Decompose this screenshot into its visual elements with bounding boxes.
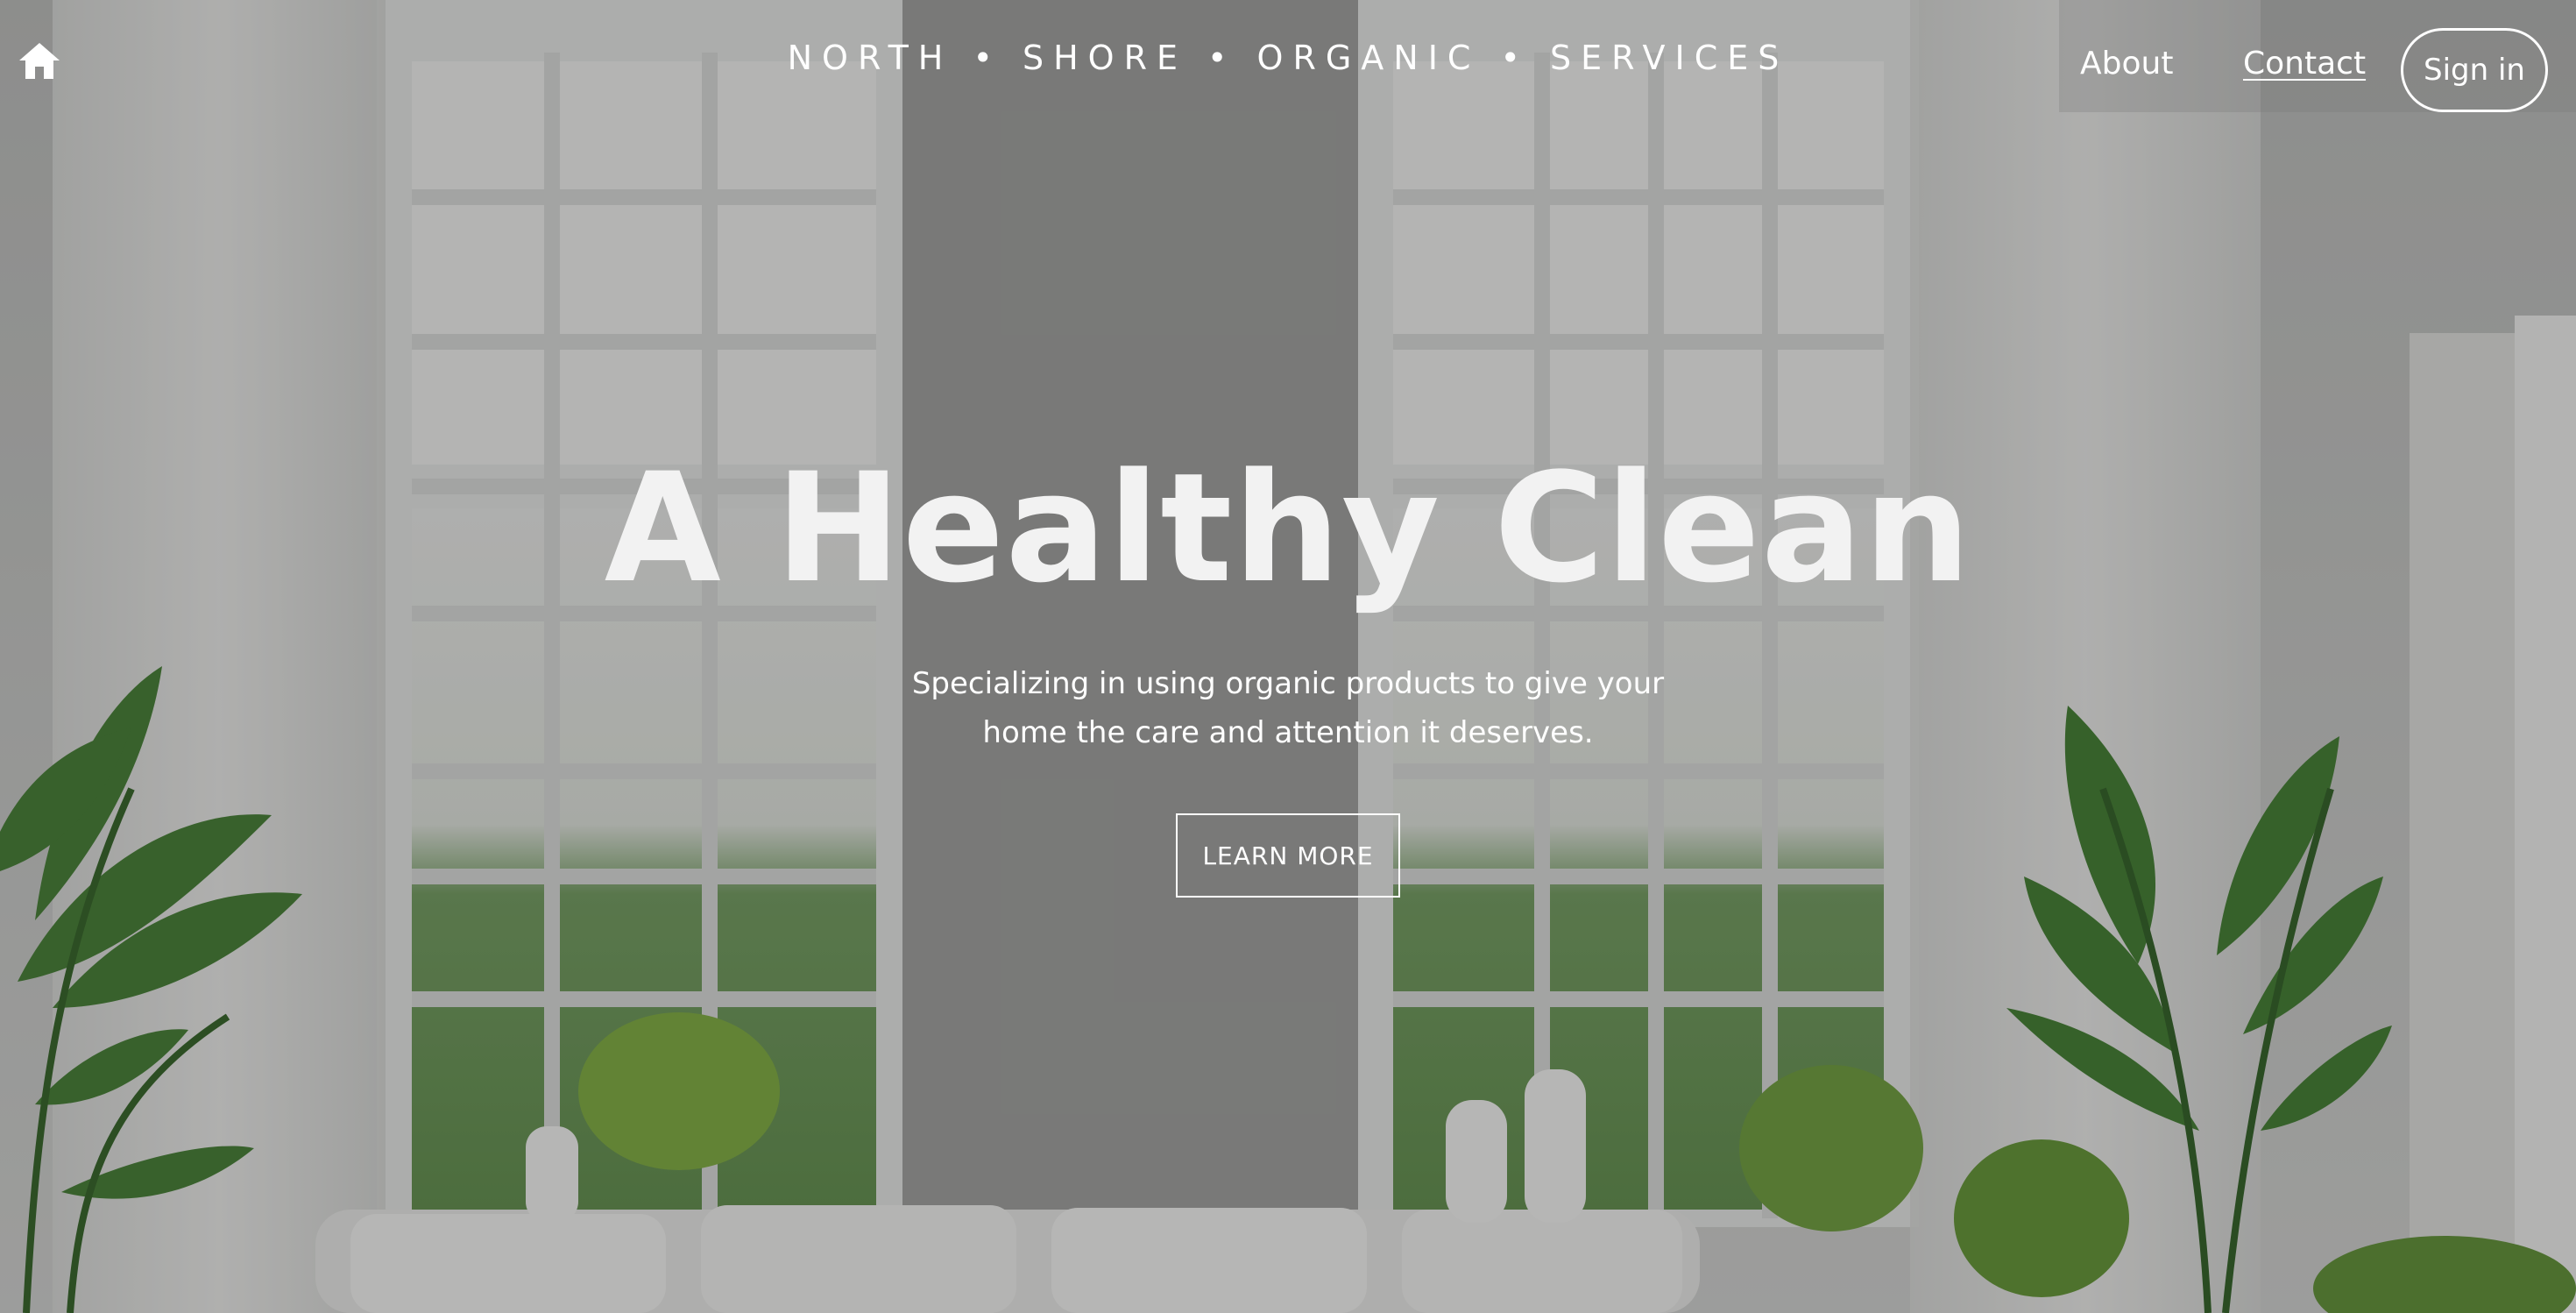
hero-title: A Healthy Clean xyxy=(604,440,1972,616)
hero-subtitle-line-1: Specializing in using organic products t… xyxy=(911,666,1665,701)
brand-name[interactable]: NORTH • SHORE • ORGANIC • SERVICES xyxy=(788,39,1789,77)
hero-subtitle-line-2: home the care and attention it deserves. xyxy=(982,715,1594,750)
home-icon xyxy=(19,43,60,79)
sign-in-button[interactable]: Sign in xyxy=(2401,28,2548,112)
nav-contact-link[interactable]: Contact xyxy=(2243,46,2366,82)
home-link[interactable] xyxy=(18,40,61,81)
hero-dark-overlay xyxy=(0,0,2576,1313)
page: NORTH • SHORE • ORGANIC • SERVICES About… xyxy=(0,0,2576,1313)
learn-more-button[interactable]: LEARN MORE xyxy=(1176,813,1400,898)
nav-about-link[interactable]: About xyxy=(2080,46,2173,82)
hero-subtitle: Specializing in using organic products t… xyxy=(850,659,1726,757)
